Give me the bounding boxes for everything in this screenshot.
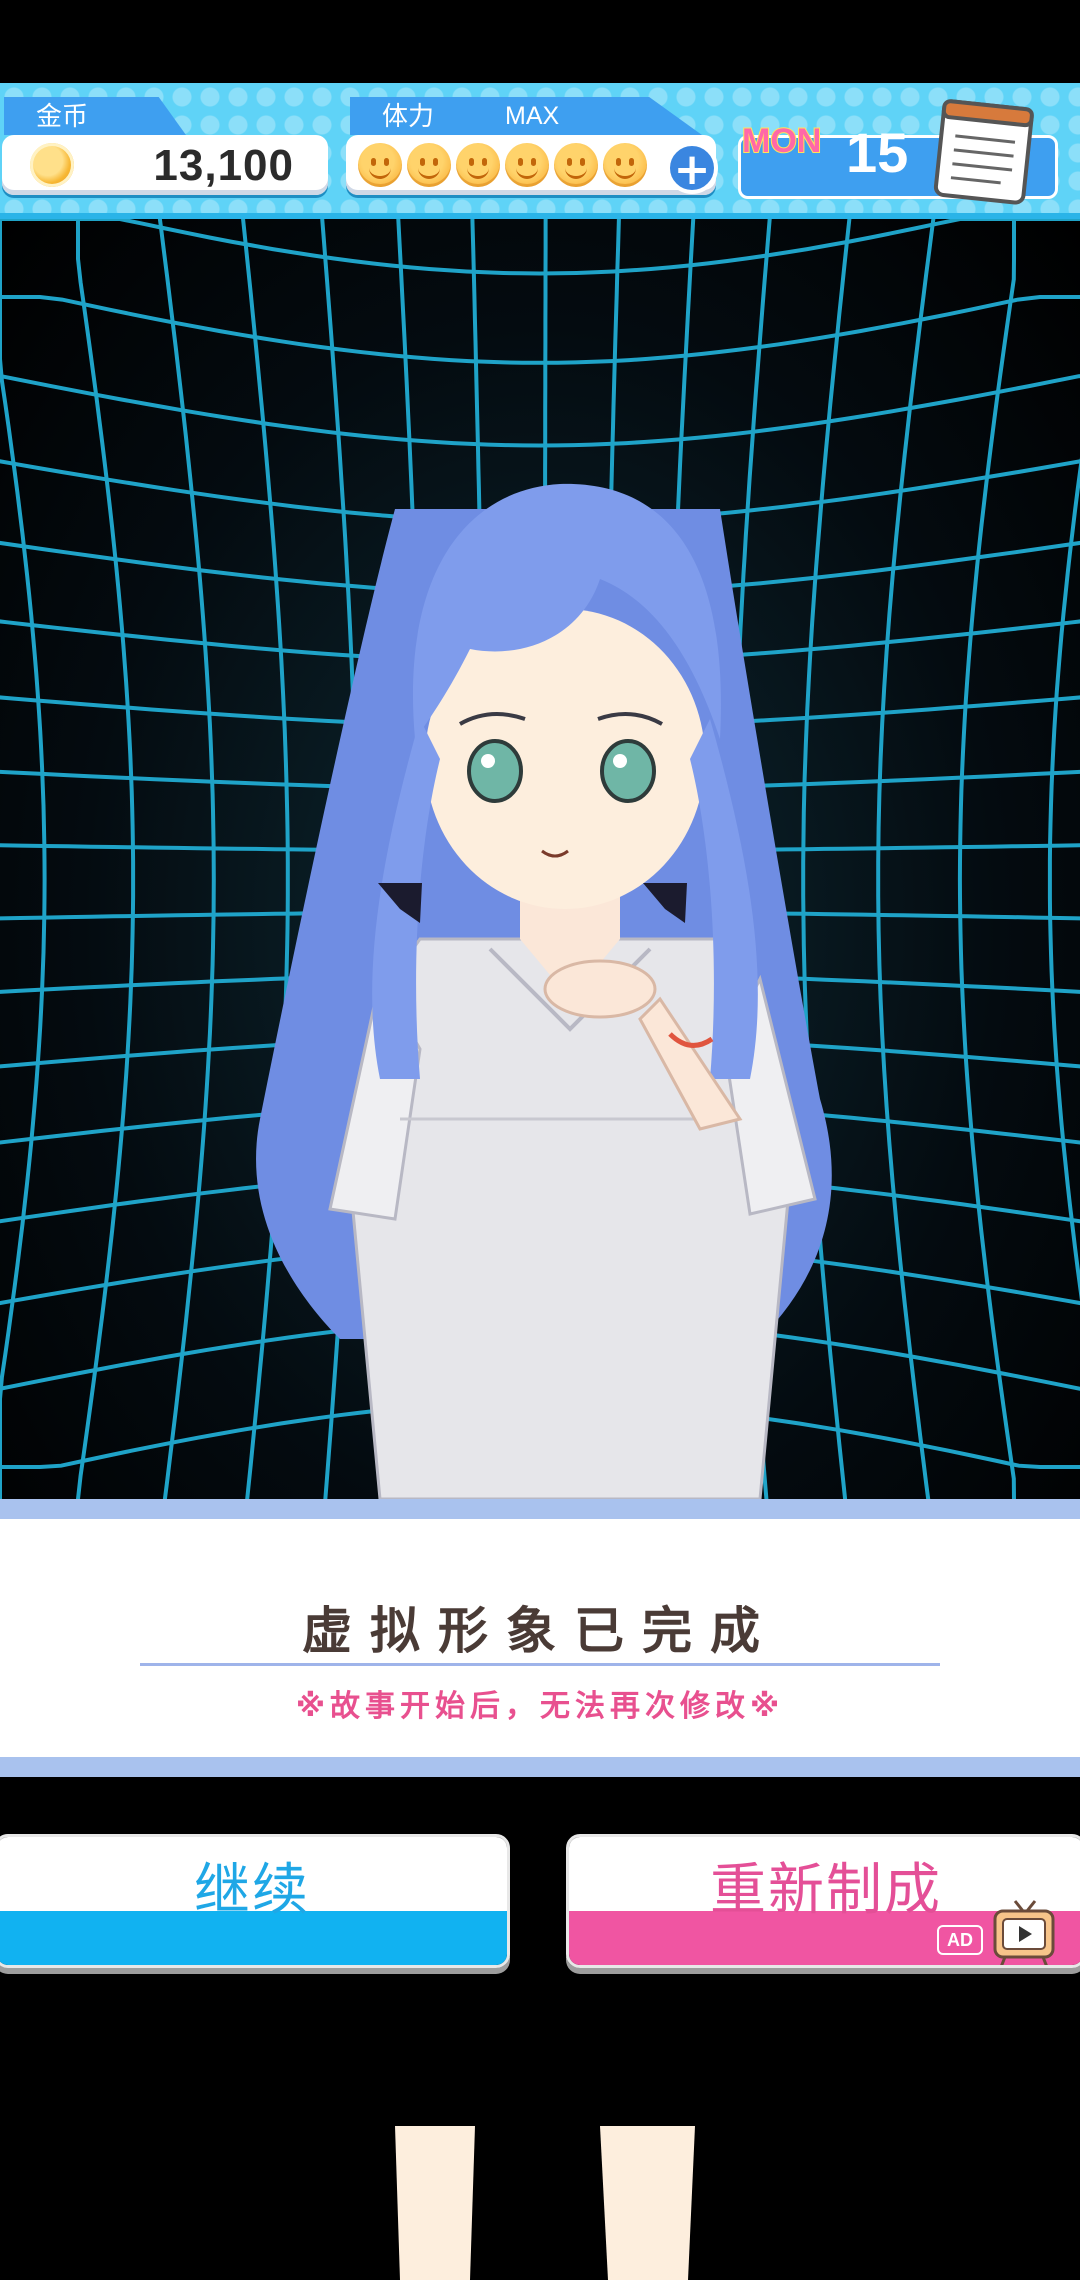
avatar-character <box>256 483 832 1499</box>
divider <box>140 1663 940 1666</box>
stamina-smiley-icon <box>407 143 451 187</box>
day-number: 15 <box>846 121 909 184</box>
stamina-label-tab: 体力 MAX <box>350 97 702 135</box>
continue-button[interactable]: 继续 <box>0 1834 510 1968</box>
stamina-smiley-icon <box>456 143 500 187</box>
coin-value: 13,100 <box>153 141 294 190</box>
avatar-preview-stage <box>0 219 1080 1499</box>
stamina-smiley-icon <box>505 143 549 187</box>
coin-label: 金币 <box>4 97 186 135</box>
stamina-max-badge: MAX <box>505 102 560 130</box>
ad-badge: AD <box>937 1925 983 1955</box>
continue-label: 继续 <box>194 1858 310 1923</box>
video-ad-tv-icon <box>993 1900 1055 1965</box>
remake-button[interactable]: 重新制成 AD <box>566 1834 1080 1968</box>
stamina-smiley-icon <box>554 143 598 187</box>
weekday-label: MON <box>741 121 822 161</box>
completion-title: 虚拟形象已完成 <box>302 1602 778 1660</box>
notepad-icon[interactable] <box>929 92 1040 208</box>
stamina-smiley-icon <box>603 143 647 187</box>
avatar-legs <box>395 2126 695 2280</box>
stamina-label: 体力 <box>382 101 435 131</box>
stamina-smiley-icon <box>358 143 402 187</box>
completion-message-panel: 虚拟形象已完成 ※故事开始后，无法再次修改※ <box>0 1499 1080 1777</box>
coin-icon <box>30 143 74 187</box>
warning-note: ※故事开始后，无法再次修改※ <box>295 1689 785 1724</box>
stamina-meter <box>346 135 716 195</box>
add-stamina-button[interactable]: + <box>666 142 718 194</box>
coin-counter: 13,100 <box>2 135 328 195</box>
